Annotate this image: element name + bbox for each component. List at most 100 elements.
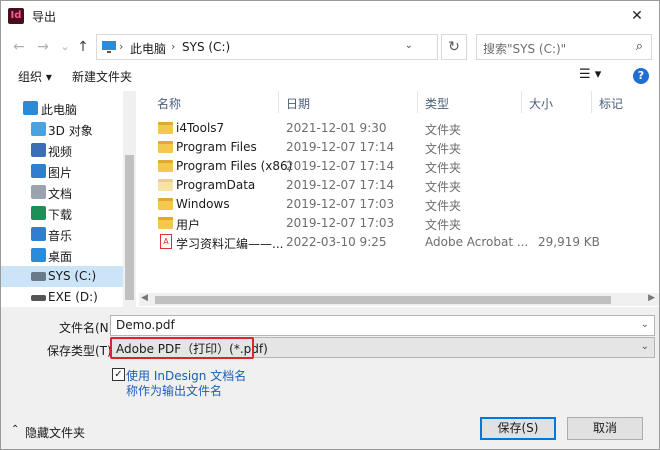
filename-label: 文件名(N): (59, 321, 118, 335)
music-icon (31, 227, 46, 241)
sidebar-item-label: 文档 (48, 187, 73, 201)
sidebar-item-label: 图片 (48, 166, 73, 180)
search-input[interactable]: 搜索"SYS (C:)" (483, 40, 566, 57)
filename-value[interactable]: Demo.pdf (116, 318, 175, 332)
column-header-tags[interactable]: 标记 (599, 95, 623, 112)
sidebar-scroll-thumb[interactable] (125, 155, 134, 300)
sidebar-item-desktop[interactable]: 桌面 (1, 245, 123, 266)
file-type: 文件夹 (425, 142, 462, 156)
file-row[interactable]: Windows 2019-12-07 17:03 文件夹 (139, 195, 619, 214)
file-name: 学习资料汇编——... (176, 237, 284, 251)
search-box[interactable]: 搜索"SYS (C:)" ⌕ (476, 34, 652, 60)
chevron-down-icon[interactable]: ⌄ (641, 341, 649, 352)
file-type: 文件夹 (425, 161, 462, 175)
file-name: Windows (176, 197, 230, 211)
sidebar-item-label: 音乐 (48, 229, 73, 243)
sidebar-item-exe-d[interactable]: EXE (D:) (1, 287, 123, 307)
back-button[interactable]: ← (9, 37, 29, 57)
sidebar-scrollbar[interactable] (123, 91, 136, 307)
drive-icon (31, 272, 46, 281)
horizontal-scroll-thumb[interactable] (155, 296, 611, 304)
filename-field[interactable]: Demo.pdf ⌄ (110, 315, 655, 336)
file-date: 2019-12-07 17:03 (286, 197, 395, 211)
search-icon[interactable]: ⌕ (636, 39, 643, 54)
file-size: 29,919 KB (538, 235, 600, 249)
new-folder-button[interactable]: 新建文件夹 (72, 68, 132, 85)
file-row[interactable]: Program Files (x86) 2019-12-07 17:14 文件夹 (139, 157, 619, 176)
cancel-button[interactable]: 取消 (567, 417, 643, 440)
sidebar-item-documents[interactable]: 文档 (1, 182, 123, 203)
scroll-right-icon[interactable]: ▶ (648, 293, 655, 303)
file-type: 文件夹 (425, 218, 462, 232)
column-header-name[interactable]: 名称 (157, 95, 181, 112)
file-date: 2022-03-10 9:25 (286, 235, 387, 249)
up-button[interactable]: ↑ (73, 37, 93, 57)
sidebar-item-videos[interactable]: 视频 (1, 140, 123, 161)
computer-icon (23, 101, 38, 115)
file-list-horizontal-scrollbar[interactable]: ◀ ▶ (139, 293, 659, 306)
save-button[interactable]: 保存(S) (480, 417, 556, 440)
window-title: 导出 (32, 10, 57, 24)
recent-locations-button[interactable]: ⌄ (55, 37, 75, 57)
folder-icon (158, 179, 173, 191)
indesign-app-icon: Id (8, 8, 24, 24)
file-type: Adobe Acrobat ... (425, 235, 529, 249)
column-header-date[interactable]: 日期 (286, 95, 310, 112)
chevron-down-icon[interactable]: ⌄ (405, 40, 413, 51)
organize-menu[interactable]: 组织 ▾ (18, 68, 52, 85)
refresh-button[interactable]: ↻ (441, 34, 467, 60)
cube-icon (31, 122, 46, 136)
file-name: 用户 (176, 218, 201, 232)
command-toolbar: 组织 ▾ 新建文件夹 ☰ ▾ ? (1, 63, 659, 89)
navigation-pane: 此电脑 3D 对象 视频 图片 文档 下载 音乐 桌面 SYS (C:) EXE… (1, 91, 136, 307)
column-header-type[interactable]: 类型 (425, 95, 449, 112)
column-divider[interactable] (521, 91, 522, 113)
sidebar-item-downloads[interactable]: 下载 (1, 203, 123, 224)
sidebar-item-3d-objects[interactable]: 3D 对象 (1, 119, 123, 140)
download-icon (31, 206, 46, 220)
file-row[interactable]: i4Tools7 2021-12-01 9:30 文件夹 (139, 119, 619, 138)
file-name: i4Tools7 (176, 121, 225, 135)
breadcrumb-sys-c[interactable]: SYS (C:) (182, 40, 230, 54)
file-row[interactable]: A 学习资料汇编——... 2022-03-10 9:25 Adobe Acro… (139, 233, 619, 252)
file-row[interactable]: ProgramData 2019-12-07 17:14 文件夹 (139, 176, 619, 195)
breadcrumb-this-pc[interactable]: 此电脑 (130, 40, 166, 57)
file-row[interactable]: Program Files 2019-12-07 17:14 文件夹 (139, 138, 619, 157)
navigation-bar: ← → ⌄ ↑ › 此电脑 › SYS (C:) ⌄ ↻ 搜索"SYS (C:)… (1, 31, 659, 63)
desktop-icon (31, 248, 46, 262)
column-header-size[interactable]: 大小 (529, 95, 553, 112)
sidebar-item-pictures[interactable]: 图片 (1, 161, 123, 182)
sidebar-item-label: 下载 (48, 208, 73, 222)
hide-folders-button[interactable]: 隐藏文件夹 (25, 424, 85, 441)
help-icon[interactable]: ? (633, 68, 649, 84)
column-divider[interactable] (417, 91, 418, 113)
file-type: 文件夹 (425, 123, 462, 137)
chevron-down-icon[interactable]: ⌄ (641, 319, 649, 330)
checkbox-label-line-2[interactable]: 称作为输出文件名 (126, 382, 222, 399)
save-type-label: 保存类型(T): (47, 344, 116, 358)
sidebar-item-music[interactable]: 音乐 (1, 224, 123, 245)
picture-icon (31, 164, 46, 178)
view-options-icon[interactable]: ☰ ▾ (579, 67, 601, 82)
chevron-up-icon[interactable]: ⌃ (11, 424, 19, 435)
column-divider[interactable] (278, 91, 279, 113)
folder-icon (158, 198, 173, 210)
sidebar-item-label: 视频 (48, 145, 73, 159)
highlight-box (110, 337, 254, 359)
address-bar[interactable]: › 此电脑 › SYS (C:) ⌄ (96, 34, 438, 60)
sidebar-item-this-pc[interactable]: 此电脑 (1, 98, 123, 119)
file-row[interactable]: 用户 2019-12-07 17:03 文件夹 (139, 214, 619, 233)
sidebar-item-label: 此电脑 (41, 103, 78, 117)
close-button[interactable]: ✕ (615, 1, 659, 31)
forward-button[interactable]: → (33, 37, 53, 57)
file-name: Program Files (176, 140, 257, 154)
file-date: 2019-12-07 17:14 (286, 140, 395, 154)
file-date: 2019-12-07 17:14 (286, 178, 395, 192)
sidebar-item-sys-c[interactable]: SYS (C:) (1, 266, 123, 287)
scroll-left-icon[interactable]: ◀ (141, 293, 148, 303)
column-divider[interactable] (591, 91, 592, 113)
folder-icon (158, 122, 173, 134)
use-document-name-checkbox[interactable]: ✓ (112, 368, 125, 381)
file-date: 2019-12-07 17:03 (286, 216, 395, 230)
document-icon (31, 185, 46, 199)
